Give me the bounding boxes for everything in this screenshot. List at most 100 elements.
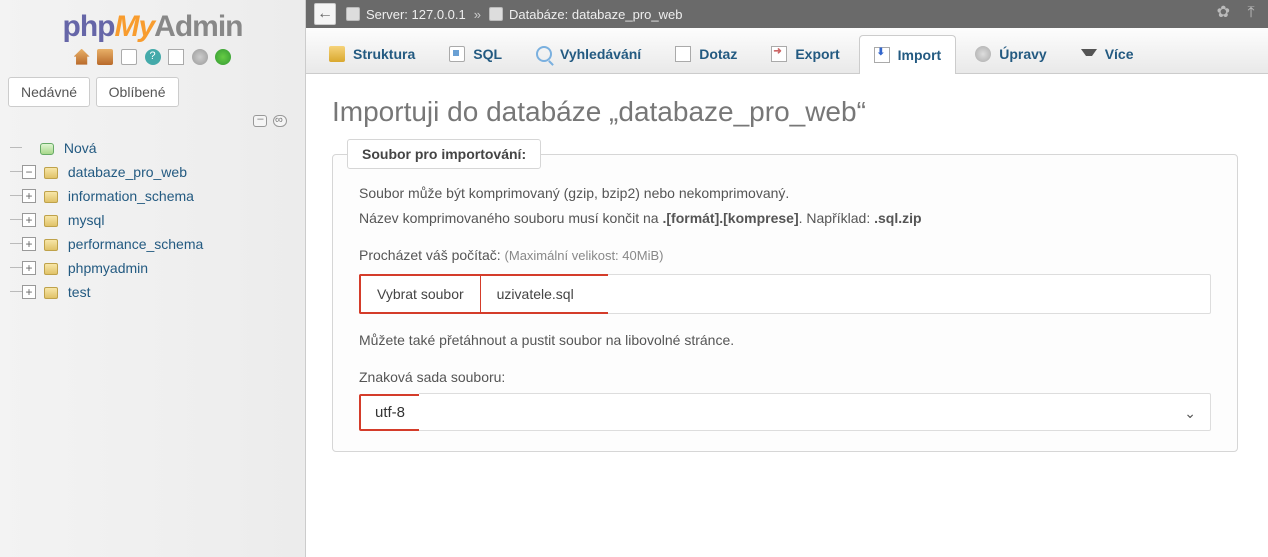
main: ← Server: 127.0.0.1 » Databáze: databaze… [306, 0, 1268, 557]
tab-import[interactable]: Import [859, 35, 957, 74]
chevron-down-icon: ⌄ [1184, 405, 1196, 422]
collapse-top-icon[interactable]: ⤒ [1242, 4, 1260, 22]
chosen-file-name: uzivatele.sql [480, 274, 610, 314]
tree-item-label: information_schema [68, 188, 194, 204]
docs-icon[interactable] [168, 49, 184, 65]
tree-new-db-label: Nová [64, 140, 97, 156]
tree-item-information-schema[interactable]: + information_schema [10, 184, 305, 208]
tree-expander-icon[interactable]: − [22, 165, 36, 179]
fieldset-legend: Soubor pro importování: [347, 139, 541, 169]
tree-item-databaze-pro-web[interactable]: − databaze_pro_web [10, 160, 305, 184]
tab-label: Vyhledávání [560, 46, 641, 62]
browse-label-row: Procházet váš počítač: (Maximální veliko… [359, 245, 1211, 266]
compress-hint-1: Soubor může být komprimovaný (gzip, bzip… [359, 183, 1211, 204]
content: Importuji do databáze „databaze_pro_web“… [306, 74, 1268, 452]
database-icon [44, 167, 58, 179]
export-icon [771, 46, 787, 62]
tab-sql[interactable]: SQL [434, 34, 517, 73]
recent-favorites-tabs: Nedávné Oblíbené [0, 71, 305, 113]
help-icon[interactable]: ? [145, 49, 161, 65]
back-button[interactable]: ← [314, 3, 336, 25]
tab-label: Struktura [353, 46, 415, 62]
database-icon [44, 215, 58, 227]
search-icon [536, 46, 552, 62]
tree-expander-icon[interactable]: + [22, 237, 36, 251]
chevron-down-icon [1081, 49, 1097, 65]
page-title: Importuji do databáze „databaze_pro_web“ [332, 96, 1246, 128]
tab-recent[interactable]: Nedávné [8, 77, 90, 107]
tab-label: Úpravy [999, 46, 1046, 62]
browse-label: Procházet váš počítač: [359, 247, 501, 263]
tab-favorites[interactable]: Oblíbené [96, 77, 179, 107]
query-icon [675, 46, 691, 62]
sql-query-icon[interactable] [121, 49, 137, 65]
tab-more[interactable]: Více [1066, 34, 1149, 73]
structure-icon [329, 46, 345, 62]
link-icon[interactable] [273, 115, 287, 127]
settings-icon[interactable] [192, 49, 208, 65]
database-icon [489, 7, 503, 21]
sidebar: phpMyAdmin ? Nedávné Oblíbené Nová − dat… [0, 0, 306, 557]
import-file-fieldset: Soubor pro importování: Soubor může být … [332, 154, 1238, 452]
logo-part-php: php [63, 10, 115, 43]
file-input-spacer[interactable] [608, 274, 1211, 314]
sql-icon [449, 46, 465, 62]
home-icon[interactable] [74, 49, 90, 65]
tab-structure[interactable]: Struktura [314, 34, 430, 73]
charset-select-body[interactable]: ⌄ [419, 393, 1211, 431]
server-icon [346, 7, 360, 21]
tree-item-label: phpmyadmin [68, 260, 148, 276]
quick-icons: ? [0, 46, 305, 71]
tab-label: Import [898, 47, 942, 63]
tree-item-phpmyadmin[interactable]: + phpmyadmin [10, 256, 305, 280]
tree-expander-icon[interactable]: + [22, 285, 36, 299]
logout-icon[interactable] [97, 49, 113, 65]
database-icon [44, 191, 58, 203]
file-input-row: Vybrat soubor uzivatele.sql [359, 274, 1211, 314]
tree-item-mysql[interactable]: + mysql [10, 208, 305, 232]
tab-label: SQL [473, 46, 502, 62]
breadcrumb: ← Server: 127.0.0.1 » Databáze: databaze… [306, 0, 1268, 28]
choose-file-button[interactable]: Vybrat soubor [359, 274, 480, 314]
tree-new-db[interactable]: Nová [10, 136, 305, 160]
tree-item-label: mysql [68, 212, 105, 228]
logo-part-admin: Admin [154, 10, 242, 43]
tab-export[interactable]: Export [756, 34, 854, 73]
tree-expander-icon[interactable]: + [22, 189, 36, 203]
tab-label: Více [1105, 46, 1134, 62]
tab-search[interactable]: Vyhledávání [521, 34, 656, 73]
charset-select-value[interactable]: utf-8 [359, 394, 421, 431]
import-icon [874, 47, 890, 63]
charset-label: Znaková sada souboru: [359, 369, 1211, 385]
database-icon [44, 287, 58, 299]
crumb-db-value[interactable]: databaze_pro_web [572, 7, 683, 22]
tree-item-performance-schema[interactable]: + performance_schema [10, 232, 305, 256]
compress-hint-2: Název komprimovaného souboru musí končit… [359, 208, 1211, 229]
tab-query[interactable]: Dotaz [660, 34, 752, 73]
tree-expander-icon[interactable]: + [22, 213, 36, 227]
tree-item-label: databaze_pro_web [68, 164, 187, 180]
tree-item-label: performance_schema [68, 236, 203, 252]
nav-tabs: Struktura SQL Vyhledávání Dotaz Export I… [306, 28, 1268, 74]
drag-drop-hint: Můžete také přetáhnout a pustit soubor n… [359, 330, 1211, 351]
tree-tools [0, 113, 305, 132]
max-size-hint: (Maximální velikost: 40MiB) [505, 248, 664, 263]
tree-item-label: test [68, 284, 91, 300]
logo-part-my: My [114, 10, 154, 43]
tree-expander-icon[interactable]: + [22, 261, 36, 275]
db-tree: Nová − databaze_pro_web + information_sc… [0, 132, 305, 304]
reload-icon[interactable] [215, 49, 231, 65]
logo[interactable]: phpMyAdmin [0, 6, 305, 46]
collapse-all-icon[interactable] [253, 115, 267, 127]
new-db-icon [40, 143, 54, 155]
database-icon [44, 239, 58, 251]
operations-icon [975, 46, 991, 62]
tab-label: Export [795, 46, 839, 62]
crumb-db-label: Databáze: [509, 7, 568, 22]
charset-select: utf-8 ⌄ [359, 393, 1211, 431]
crumb-server-value[interactable]: 127.0.0.1 [412, 7, 466, 22]
tree-item-test[interactable]: + test [10, 280, 305, 304]
settings-gear-icon[interactable]: ✿ [1214, 4, 1232, 22]
tab-operations[interactable]: Úpravy [960, 34, 1061, 73]
crumb-separator: » [474, 7, 481, 22]
